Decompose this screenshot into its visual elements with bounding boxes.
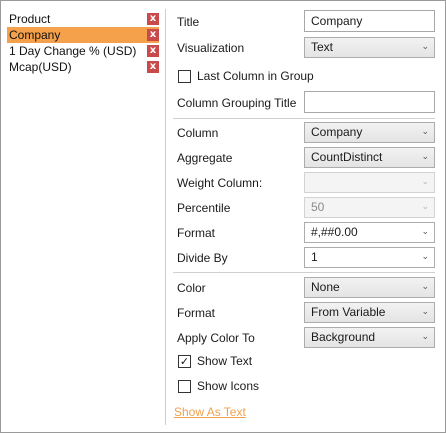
show-icons-label: Show Icons [197, 379, 260, 393]
color-label: Color [177, 281, 206, 295]
title-input[interactable]: Company [304, 10, 435, 32]
column-grouping-title-input[interactable] [304, 91, 435, 113]
percentile-label: Percentile [177, 201, 231, 215]
section-divider [173, 272, 435, 273]
checkbox-box[interactable]: ✓ [178, 355, 191, 368]
remove-x-icon: x [149, 45, 157, 56]
column-grouping-title-label: Column Grouping Title [177, 96, 297, 110]
apply-color-to-value: Background [311, 330, 376, 344]
title-label: Title [177, 15, 200, 29]
column-list-item-company[interactable]: Company x [7, 27, 159, 43]
remove-x-icon: x [149, 29, 157, 40]
color-format-label: Format [177, 306, 216, 320]
format-value: #,##0.00 [311, 225, 358, 239]
column-select[interactable]: Company ⌄ [304, 122, 435, 143]
remove-column-button[interactable]: x [147, 13, 159, 25]
color-select[interactable]: None ⌄ [304, 277, 435, 298]
percentile-value: 50 [311, 200, 325, 214]
column-label: 1 Day Change % (USD) [9, 44, 137, 58]
remove-column-button[interactable]: x [147, 45, 159, 57]
chevron-down-icon: ⌄ [421, 252, 429, 262]
apply-color-to-select[interactable]: Background ⌄ [304, 327, 435, 348]
column-list: Product x Company x 1 Day Change % (USD)… [7, 11, 159, 75]
column-label: Column [177, 126, 219, 140]
column-label: Product [9, 12, 51, 26]
format-select[interactable]: #,##0.00 ⌄ [304, 222, 435, 243]
chevron-down-icon: ⌄ [421, 177, 429, 187]
visualization-label: Visualization [177, 41, 245, 55]
color-format-select[interactable]: From Variable ⌄ [304, 302, 435, 323]
aggregate-select[interactable]: CountDistinct ⌄ [304, 147, 435, 168]
color-value: None [311, 280, 340, 294]
chevron-down-icon: ⌄ [421, 152, 429, 162]
last-column-in-group-label: Last Column in Group [197, 69, 314, 83]
chevron-down-icon: ⌄ [421, 307, 429, 317]
column-list-item-1-day-change[interactable]: 1 Day Change % (USD) x [7, 43, 159, 59]
vertical-divider [165, 9, 166, 425]
show-text-label: Show Text [197, 354, 253, 368]
chevron-down-icon: ⌄ [421, 282, 429, 292]
section-divider [173, 118, 435, 119]
remove-x-icon: x [149, 13, 157, 24]
chevron-down-icon: ⌄ [421, 227, 429, 237]
divide-by-value: 1 [311, 250, 318, 264]
visualization-select[interactable]: Text ⌄ [304, 37, 435, 58]
visualization-value: Text [311, 40, 334, 54]
aggregate-label: Aggregate [177, 151, 233, 165]
column-label: Mcap(USD) [9, 60, 72, 74]
chevron-down-icon: ⌄ [421, 332, 429, 342]
divide-by-select[interactable]: 1 ⌄ [304, 247, 435, 268]
chevron-down-icon: ⌄ [421, 42, 429, 52]
weight-column-select: ⌄ [304, 172, 435, 193]
remove-x-icon: x [149, 61, 157, 72]
aggregate-value: CountDistinct [311, 150, 383, 164]
column-list-item-product[interactable]: Product x [7, 11, 159, 27]
divide-by-label: Divide By [177, 251, 228, 265]
checkmark-icon: ✓ [179, 355, 190, 368]
color-format-value: From Variable [311, 305, 386, 319]
column-value: Company [311, 125, 363, 139]
remove-column-button[interactable]: x [147, 29, 159, 41]
column-list-item-mcap[interactable]: Mcap(USD) x [7, 59, 159, 75]
show-as-text-link[interactable]: Show As Text [174, 405, 246, 419]
weight-column-label: Weight Column: [177, 176, 263, 190]
remove-column-button[interactable]: x [147, 61, 159, 73]
checkbox-box[interactable] [178, 70, 191, 83]
chevron-down-icon: ⌄ [421, 127, 429, 137]
percentile-select: 50 ⌄ [304, 197, 435, 218]
chevron-down-icon: ⌄ [421, 202, 429, 212]
format-label: Format [177, 226, 216, 240]
column-label: Company [9, 28, 61, 42]
column-settings-panel: Product x Company x 1 Day Change % (USD)… [0, 0, 446, 433]
checkbox-box[interactable] [178, 380, 191, 393]
apply-color-to-label: Apply Color To [177, 331, 255, 345]
